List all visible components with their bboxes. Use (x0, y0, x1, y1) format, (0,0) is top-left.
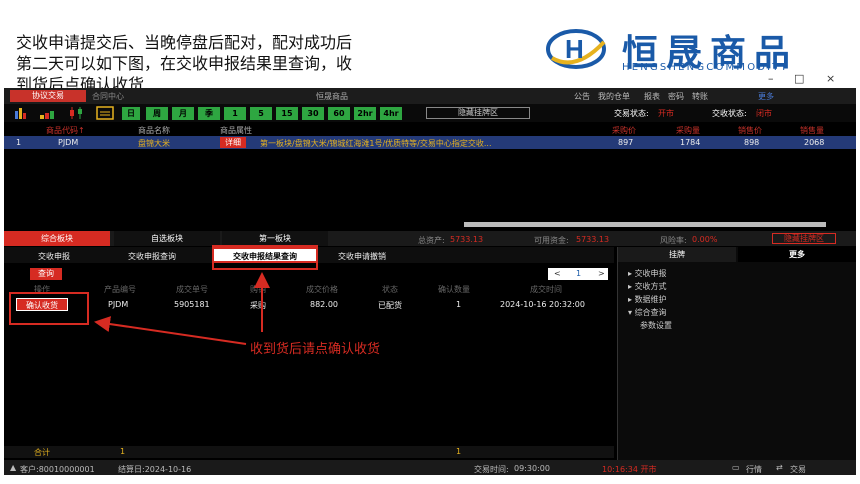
annotation-arrows (94, 272, 270, 345)
annotation-note: 收到货后请点确认收货 (250, 342, 381, 357)
arrow-to-confirm (94, 316, 247, 345)
